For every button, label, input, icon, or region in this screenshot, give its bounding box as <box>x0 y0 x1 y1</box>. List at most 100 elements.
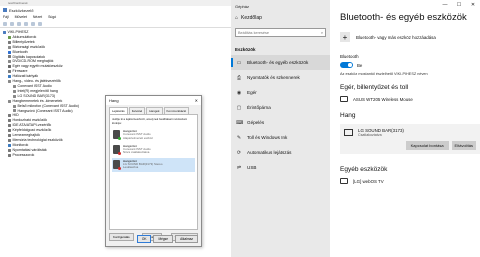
nav-item-icon: ✎ <box>236 134 242 141</box>
device-category-icon <box>8 114 11 118</box>
sidebar-home[interactable]: ⌂ Kezdőlap <box>231 12 330 24</box>
monitor-icon[interactable] <box>38 21 42 26</box>
nav-item-label: Automatikus lejátszás <box>247 150 292 155</box>
settings-app-title: Gépház <box>235 4 250 9</box>
close-icon[interactable]: ✕ <box>195 98 198 103</box>
forward-icon[interactable] <box>10 21 14 26</box>
speaker-icon <box>344 129 353 136</box>
desktop: teszthardverek Eszközkezelő Fájl Művelet… <box>0 0 480 257</box>
sidebar-nav-item[interactable]: ◉ Egér <box>231 85 330 100</box>
window-close-icon[interactable]: ✕ <box>466 0 480 10</box>
tab-playback[interactable]: Lejátszás <box>109 107 128 114</box>
sidebar-nav-item[interactable]: ⟳ Automatikus lejátszás <box>231 145 330 160</box>
audio-device-row: LG SOUND BAR(3173) Csatlakoztatva <box>344 128 476 137</box>
other-device-item[interactable]: [LG] webOS TV <box>340 178 476 184</box>
mouse-heading: Egér, billentyűzet és toll <box>340 84 409 91</box>
nav-item-label: Nyomtatók és szkennerek <box>247 75 300 80</box>
discoverable-note: Az eszköz mostantól észlelhető VIKI-PIHE… <box>340 72 428 76</box>
tab-sounds[interactable]: Hangok <box>146 107 163 114</box>
device-category-icon <box>13 94 16 98</box>
sidebar-nav-item[interactable]: ⇌ USB <box>231 160 330 175</box>
add-device-button[interactable]: + Bluetooth- vagy más eszköz hozzáadása <box>340 32 476 42</box>
nav-item-icon: ◉ <box>236 89 242 96</box>
settings-window: Gépház ⌂ Kezdőlap Beállítás keresése ⌕ E… <box>231 0 480 257</box>
sidebar-nav-item[interactable]: ⌨ Gépelés <box>231 115 330 130</box>
remove-device-button[interactable]: Eltávolítás <box>451 141 476 150</box>
sidebar-nav-item[interactable]: ⎙ Nyomtatók és szkennerek <box>231 70 330 85</box>
device-category-icon <box>3 30 6 34</box>
sound-dialog-title: Hang <box>109 98 119 103</box>
menu-action[interactable]: Művelet <box>15 15 27 19</box>
bluetooth-state: Be <box>357 62 363 68</box>
sound-dialog-titlebar: Hang ✕ <box>106 96 201 105</box>
nav-item-icon: ⌨ <box>236 119 244 126</box>
playback-device-line3: Leválasztva <box>123 165 139 170</box>
tree-node-label: Hangszóró (Conexant ISST Audio) <box>17 108 73 113</box>
device-category-icon <box>8 119 11 123</box>
playback-device-item[interactable]: Hangszóró Conexant ISST Audio Nincs csatla… <box>112 143 195 157</box>
device-category-icon <box>8 40 11 44</box>
device-category-icon <box>8 99 11 103</box>
settings-nav: ▭ Bluetooth- és egyéb eszközök ⎙ Nyomtatók … <box>231 55 330 175</box>
sound-dialog-footer: OK Mégse Alkalmaz <box>136 235 198 243</box>
audio-device-card[interactable]: LG SOUND BAR(3173) Csatlakoztatva Kapcso… <box>340 124 480 154</box>
device-category-icon <box>8 129 11 133</box>
tab-communications[interactable]: Kommunikáció <box>163 107 190 114</box>
playback-device-text: Hangszóró Conexant ISST Audio Nincs csatla… <box>123 144 151 155</box>
settings-main: Bluetooth- és egyéb eszközök + Bluetooth… <box>340 12 480 194</box>
sidebar-nav-item[interactable]: ▢ Érintőpárna <box>231 100 330 115</box>
device-category-icon <box>8 45 11 49</box>
disconnect-button[interactable]: Kapcsolat bontása <box>405 141 449 150</box>
home-icon: ⌂ <box>235 15 239 21</box>
sidebar-nav-item[interactable]: ✎ Toll és Windows Ink <box>231 130 330 145</box>
tv-icon <box>340 178 348 184</box>
nav-item-icon: ▢ <box>236 104 242 111</box>
help-icon[interactable] <box>24 21 28 26</box>
nav-item-icon: ⇌ <box>236 164 242 171</box>
ok-button[interactable]: OK <box>136 235 152 243</box>
properties-icon[interactable] <box>17 21 21 26</box>
device-category-icon <box>8 35 11 39</box>
menu-help[interactable]: Súgó <box>48 15 56 19</box>
device-category-icon <box>8 55 11 59</box>
mouse-device-item[interactable]: ASUS WT205 Wireless Mouse <box>340 96 476 102</box>
nav-item-label: USB <box>247 165 257 170</box>
audio-device-status: Csatlakoztatva <box>358 133 382 137</box>
device-category-icon <box>13 84 16 88</box>
nav-item-label: Egér <box>247 90 257 95</box>
speaker-icon <box>113 145 121 156</box>
playback-device-line3: Nincs csatlakoztatva <box>123 150 150 155</box>
device-category-icon <box>8 70 11 74</box>
other-devices-heading: Egyéb eszközök <box>340 166 388 173</box>
bluetooth-toggle[interactable] <box>340 62 353 68</box>
device-status-icon <box>118 152 121 156</box>
minimize-icon[interactable]: — <box>438 0 452 10</box>
playback-device-text: Hangszóró Conexant ISST Audio Alapértelmez… <box>123 129 153 140</box>
tab-recording[interactable]: Felvétel <box>128 107 146 114</box>
sidebar-nav-item[interactable]: ▭ Bluetooth- és egyéb eszközök <box>231 55 330 70</box>
sidebar-section-devices: Eszközök <box>235 47 256 52</box>
sound-dialog-tabs: Lejátszás Felvétel Hangok Kommunikáció <box>106 105 201 114</box>
audio-heading: Hang <box>340 112 356 119</box>
search-icon: ⌕ <box>320 30 323 35</box>
search-placeholder: Beállítás keresése <box>238 30 270 35</box>
back-icon[interactable] <box>3 21 7 26</box>
device-manager-title: Eszközkezelő <box>9 7 34 13</box>
maximize-icon[interactable]: ☐ <box>452 0 466 10</box>
speaker-icon <box>113 130 121 141</box>
apply-button[interactable]: Alkalmaz <box>175 235 198 243</box>
scan-hardware-icon[interactable] <box>31 21 35 26</box>
playback-device-item[interactable]: Hangszóró LG SOUND BAR(3173) Stereo Levála… <box>112 157 195 172</box>
configure-button[interactable]: Konfigurálás <box>109 233 134 241</box>
menu-view[interactable]: Nézet <box>33 15 42 19</box>
settings-search-input[interactable]: Beállítás keresése ⌕ <box>235 28 326 37</box>
device-category-icon <box>8 143 11 147</box>
playback-device-line3: Alapértelmezett eszköz <box>123 135 153 140</box>
playback-device-item[interactable]: Hangszóró Conexant ISST Audio Alapértelmez… <box>112 128 195 142</box>
device-manager-titlebar: Eszközkezelő <box>0 6 231 14</box>
cancel-button[interactable]: Mégse <box>153 235 174 243</box>
device-category-icon <box>8 124 11 128</box>
menu-file[interactable]: Fájl <box>3 15 9 19</box>
device-category-icon <box>8 65 11 69</box>
nav-item-label: Gépelés <box>247 120 265 125</box>
